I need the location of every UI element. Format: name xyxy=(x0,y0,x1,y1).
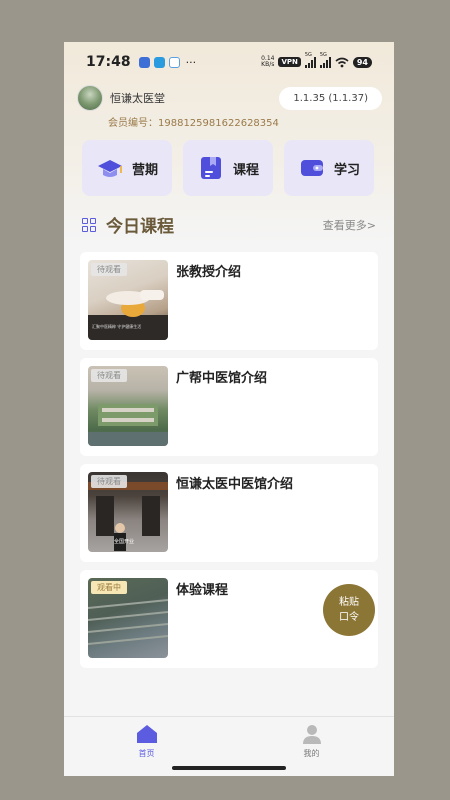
home-indicator xyxy=(172,766,286,770)
course-title: 恒谦太医中医馆介绍 xyxy=(176,477,294,492)
version-chip[interactable]: 1.1.35 (1.1.37) xyxy=(279,86,382,110)
view-more-link[interactable]: 查看更多> xyxy=(323,217,376,233)
home-icon xyxy=(136,725,157,743)
member-label: 会员编号： xyxy=(108,118,158,129)
course-status-badge: 待观看 xyxy=(91,475,127,488)
tab-home-label: 首页 xyxy=(138,749,155,758)
app-notification-icon xyxy=(153,56,165,68)
card-camp-label: 营期 xyxy=(131,162,158,178)
wallet-icon xyxy=(300,160,323,176)
bookmark-doc-icon xyxy=(200,157,221,179)
app-notification-icon xyxy=(138,56,150,68)
user-icon xyxy=(302,725,321,744)
course-thumbnail: 待观看 全国开业 xyxy=(88,472,168,552)
network-speed: 0.14 KB/s xyxy=(261,56,274,68)
more-notifications-icon: ··· xyxy=(185,55,197,69)
course-title: 张教授介绍 xyxy=(176,265,242,280)
thumb-caption: 全国开业 xyxy=(114,539,135,545)
paste-button-line1: 粘贴 xyxy=(339,597,359,608)
course-title: 广帮中医馆介绍 xyxy=(176,371,268,386)
card-study[interactable]: 学习 xyxy=(284,140,374,196)
card-course-label: 课程 xyxy=(232,162,259,178)
course-card[interactable]: 待观看 汇聚中医精粹 守护健康生活 张教授介绍 xyxy=(80,252,378,350)
member-id: 1988125981622628354 xyxy=(158,118,279,129)
signal-icon: 5G xyxy=(319,52,331,68)
course-thumbnail: 观看中 xyxy=(88,578,168,658)
status-time: 17:48 xyxy=(86,54,131,70)
section-title: 今日课程 xyxy=(106,217,174,237)
vpn-badge: VPN xyxy=(278,57,301,67)
signal-tag: 5G xyxy=(319,51,327,58)
paste-button-line2: 口令 xyxy=(339,612,359,623)
course-card[interactable]: 待观看 全国开业 恒谦太医中医馆介绍 xyxy=(80,464,378,562)
today-courses-header: 今日课程 查看更多> xyxy=(82,212,376,237)
course-card[interactable]: 待观看 广帮中医馆介绍 xyxy=(80,358,378,456)
course-status-badge: 观看中 xyxy=(91,581,127,594)
graduation-cap-icon xyxy=(97,160,122,177)
course-thumbnail: 待观看 xyxy=(88,366,168,446)
signal-icon: 5G xyxy=(304,52,316,68)
tab-mine-label: 我的 xyxy=(303,749,320,758)
course-thumbnail: 待观看 汇聚中医精粹 守护健康生活 xyxy=(88,260,168,340)
card-camp[interactable]: 营期 xyxy=(82,140,172,196)
phone-screen: 17:48 ··· 0.14 KB/s VPN 5G 5G 94 恒谦太医堂 1… xyxy=(64,42,394,776)
course-status-badge: 待观看 xyxy=(91,263,127,276)
status-indicators: 0.14 KB/s VPN 5G 5G 94 xyxy=(261,52,372,68)
org-name: 恒谦太医堂 xyxy=(110,92,165,105)
avatar[interactable] xyxy=(77,85,103,111)
battery-level: 94 xyxy=(352,56,372,68)
card-course[interactable]: 课程 xyxy=(183,140,273,196)
course-status-badge: 待观看 xyxy=(91,369,127,382)
user-row: 恒谦太医堂 1.1.35 (1.1.37) xyxy=(77,84,382,112)
quick-cards: 营期 课程 学习 xyxy=(82,140,376,196)
grid-icon xyxy=(82,217,96,232)
member-number: 会员编号：1988125981622628354 xyxy=(108,114,279,129)
network-speed-unit: KB/s xyxy=(261,61,275,68)
paste-code-button[interactable]: 粘贴 口令 xyxy=(323,584,375,636)
signal-tag: 5G xyxy=(304,51,312,58)
card-study-label: 学习 xyxy=(333,162,360,178)
course-title: 体验课程 xyxy=(176,583,229,598)
app-notification-icon xyxy=(168,56,180,68)
status-bar: 17:48 ··· 0.14 KB/s VPN 5G 5G 94 xyxy=(64,42,394,82)
thumb-caption: 汇聚中医精粹 守护健康生活 xyxy=(92,324,142,329)
wifi-icon xyxy=(335,57,349,67)
